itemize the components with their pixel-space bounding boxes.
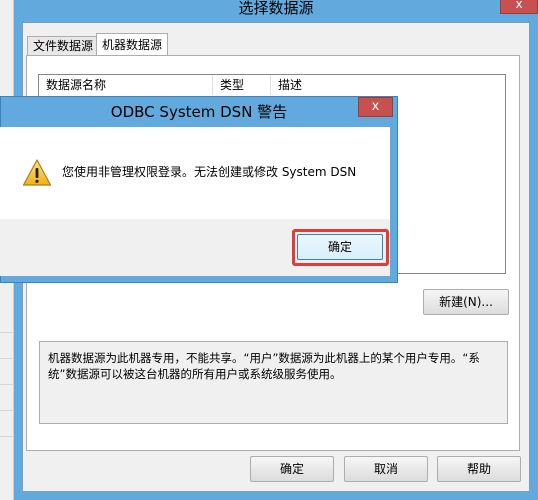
background-divider [0,384,14,385]
close-button[interactable]: x [500,0,538,14]
column-header-type[interactable]: 类型 [213,75,271,95]
background-divider [0,332,14,333]
help-button[interactable]: 帮助 [437,456,521,482]
close-icon: x [515,0,523,11]
tab-machine-datasource[interactable]: 机器数据源 [96,33,169,55]
warning-message: 您使用非管理权限登录。无法创建或修改 System DSN [62,165,357,179]
ok-button[interactable]: 确定 [250,456,334,482]
info-text: 机器数据源为此机器专用，不能共享。“用户”数据源为此机器上的某个用户专用。“系统… [48,351,480,381]
warning-dialog-title: ODBC System DSN 警告 [110,103,288,121]
warning-icon [22,159,52,186]
column-header-name[interactable]: 数据源名称 [39,75,213,95]
background-divider [0,436,14,437]
tab-file-datasource[interactable]: 文件数据源 [27,36,100,55]
background-divider [0,358,14,359]
close-icon: x [371,99,380,114]
warning-close-button[interactable]: x [358,97,393,117]
background-divider [0,410,14,411]
cancel-button[interactable]: 取消 [344,456,428,482]
dialog-title: 选择数据源 [238,0,314,17]
highlight-annotation [292,229,389,266]
column-header-description[interactable]: 描述 [271,75,505,95]
new-datasource-button[interactable]: 新建(N)... [423,289,509,315]
